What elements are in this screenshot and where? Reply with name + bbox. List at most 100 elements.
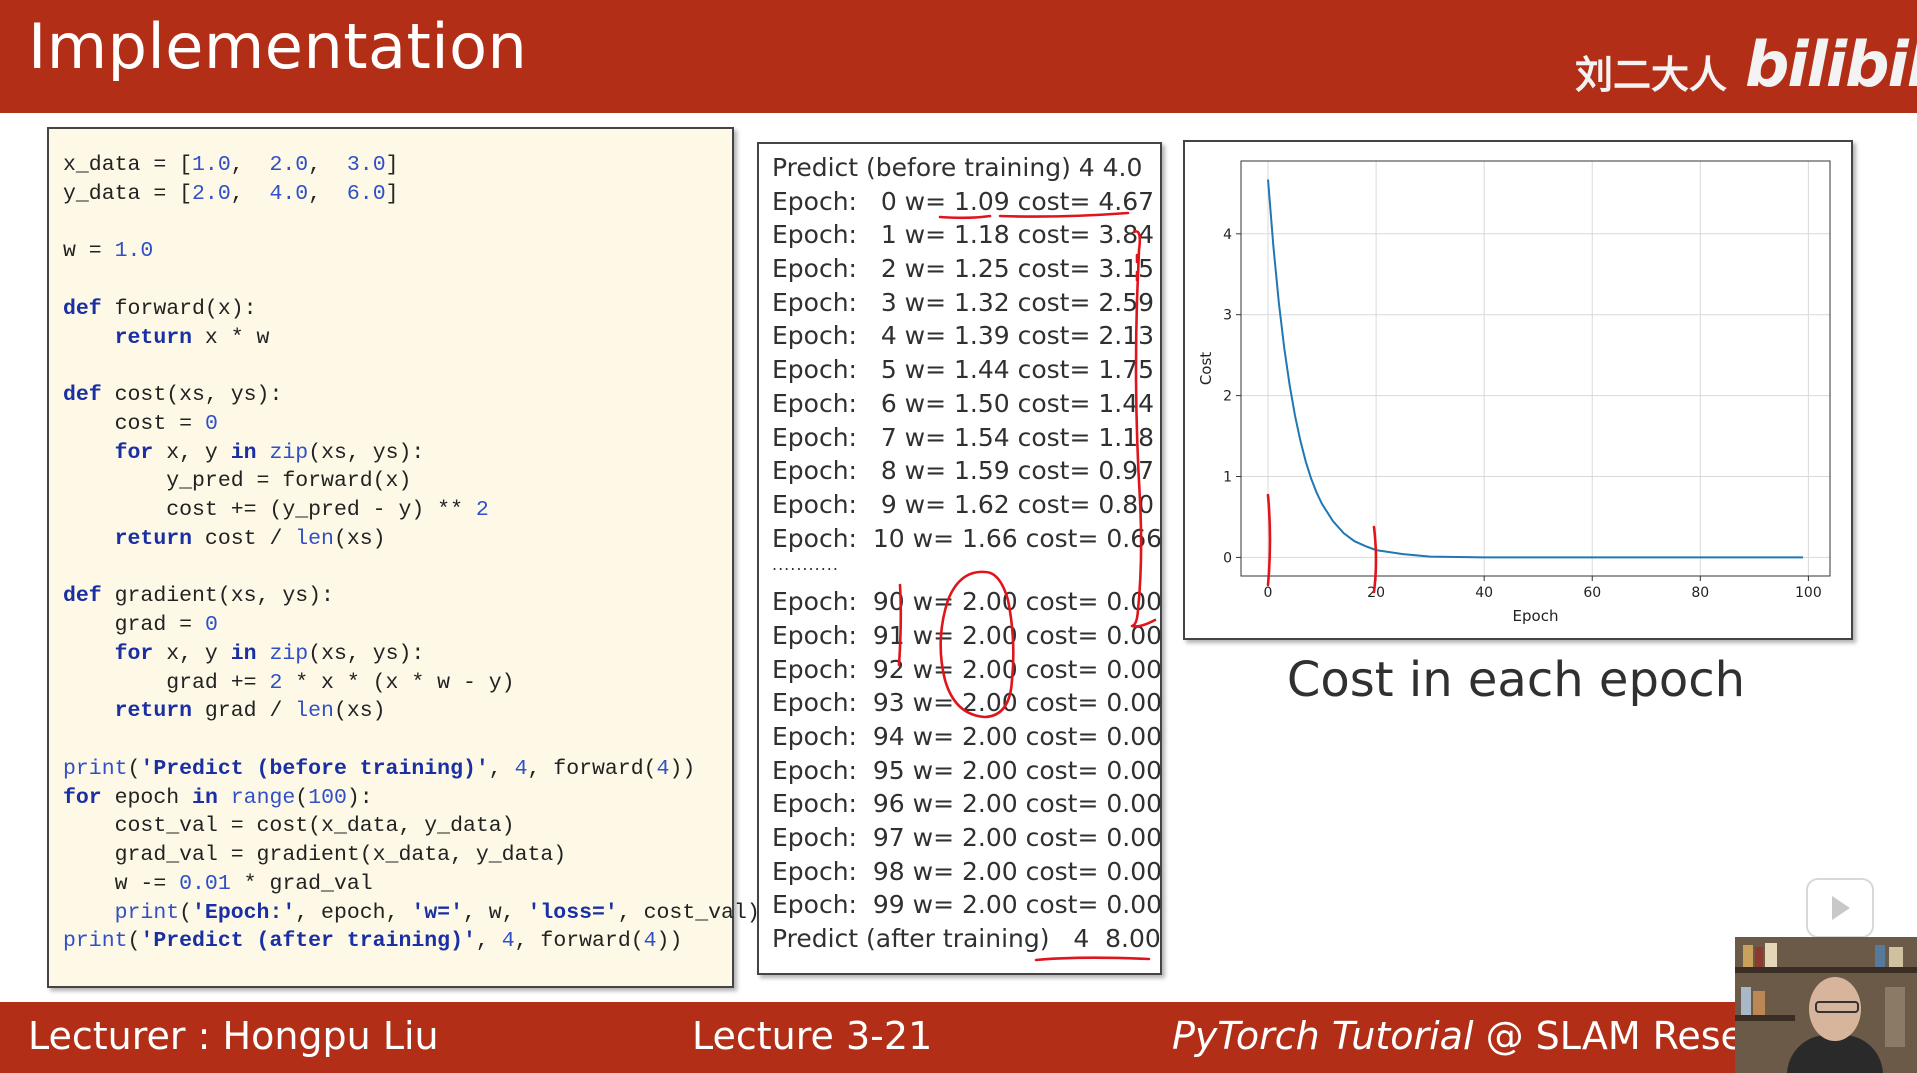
code-token: def bbox=[63, 296, 102, 321]
code-line: cost_val = cost(x_data, y_data) bbox=[63, 812, 760, 841]
code-token: grad_val = gradient(x_data, y_data) bbox=[63, 843, 567, 867]
code-line: return x * w bbox=[63, 324, 760, 353]
code-token: 'w=' bbox=[411, 900, 463, 925]
code-token: return bbox=[114, 325, 193, 350]
output-line: Epoch: 4 w= 1.39 cost= 2.13 bbox=[772, 321, 1155, 351]
code-line: w = 1.0 bbox=[63, 237, 760, 266]
code-line: def gradient(xs, ys): bbox=[63, 582, 760, 611]
code-token: ): bbox=[346, 785, 373, 810]
code-token: )) bbox=[669, 756, 696, 781]
code-token: for bbox=[63, 785, 102, 810]
x-tick-label: 20 bbox=[1367, 585, 1385, 601]
output-line: Epoch: 6 w= 1.50 cost= 1.44 bbox=[772, 388, 1155, 418]
code-token: for bbox=[114, 641, 154, 666]
code-token: grad += bbox=[63, 670, 270, 695]
code-token: 'Epoch:' bbox=[192, 900, 296, 925]
y-tick-label: 2 bbox=[1223, 389, 1232, 405]
code-token: ( bbox=[127, 929, 141, 954]
code-token: ] bbox=[385, 153, 399, 177]
code-token: 2 bbox=[475, 498, 489, 522]
output-line: Epoch: 91 w= 2.00 cost= 0.00 bbox=[772, 620, 1163, 650]
output-line: Epoch: 92 w= 2.00 cost= 0.00 bbox=[772, 654, 1163, 684]
code-token: cost / bbox=[192, 526, 296, 551]
x-tick-label: 40 bbox=[1475, 585, 1493, 601]
code-line: w -= 0.01 * grad_val bbox=[63, 870, 760, 899]
output-ellipsis: ........... bbox=[772, 555, 839, 575]
code-token: return bbox=[114, 699, 193, 724]
header-bar: Implementation 刘二大人 bilibili bbox=[0, 0, 1917, 113]
code-token: cost(xs, ys): bbox=[101, 383, 283, 407]
code-token: gradient(xs, ys): bbox=[101, 584, 334, 609]
epochs-end-list: Epoch: 90 w= 2.00 cost= 0.00 Epoch: 91 w=… bbox=[772, 585, 1162, 922]
code-token: 3.0 bbox=[346, 153, 386, 177]
channel-name: 刘二大人 bbox=[1575, 53, 1728, 97]
code-token: y_pred = forward(x) bbox=[63, 469, 412, 494]
code-token: y_data = [ bbox=[63, 181, 193, 206]
output-line: Epoch: 98 w= 2.00 cost= 0.00 bbox=[772, 856, 1163, 886]
code-token: , forward( bbox=[527, 756, 657, 781]
x-tick-label: 80 bbox=[1691, 585, 1709, 601]
code-token: 0 bbox=[204, 411, 218, 436]
output-line: Epoch: 0 w= 1.09 cost= 4.67 bbox=[772, 186, 1155, 216]
output-line: Epoch: 93 w= 2.00 cost= 0.00 bbox=[772, 688, 1163, 718]
code-token: print bbox=[63, 756, 128, 781]
output-panel: Predict (before training) 4 4.0 Epoch: 0… bbox=[757, 142, 1162, 975]
code-token: zip bbox=[269, 641, 309, 666]
code-token: print bbox=[114, 900, 180, 925]
code-token: len bbox=[295, 526, 334, 551]
output-after-line: Predict (after training) 4 8.00 bbox=[772, 924, 1161, 954]
code-token: 1.0 bbox=[192, 153, 231, 177]
code-token: ( bbox=[295, 785, 309, 810]
output-line: Epoch: 9 w= 1.62 cost= 0.80 bbox=[772, 489, 1155, 519]
output-line: Epoch: 3 w= 1.32 cost= 2.59 bbox=[772, 287, 1155, 317]
y-tick-label: 3 bbox=[1223, 308, 1232, 324]
code-token: , bbox=[230, 181, 270, 206]
code-token: 100 bbox=[308, 785, 347, 810]
code-token: cost += (y_pred - y) ** bbox=[63, 498, 476, 522]
code-token: x * w bbox=[192, 325, 270, 350]
output-line: Epoch: 1 w= 1.18 cost= 3.84 bbox=[772, 220, 1155, 250]
y-tick-label: 1 bbox=[1223, 469, 1232, 485]
lecturer-glasses bbox=[1815, 1001, 1859, 1013]
code-token: (xs) bbox=[333, 699, 386, 724]
code-line: grad = 0 bbox=[63, 611, 760, 640]
code-token: (xs, ys): bbox=[308, 440, 425, 465]
code-token: len bbox=[295, 699, 334, 724]
code-token: )) bbox=[656, 929, 683, 954]
output-line: Epoch: 96 w= 2.00 cost= 0.00 bbox=[772, 789, 1163, 819]
code-line: for x, y in zip(xs, ys): bbox=[63, 439, 760, 468]
code-token: x, y bbox=[153, 641, 231, 666]
output-line: Epoch: 7 w= 1.54 cost= 1.18 bbox=[772, 422, 1155, 452]
output-before-line: Predict (before training) 4 4.0 bbox=[772, 153, 1143, 182]
code-token: 0 bbox=[204, 613, 218, 637]
code-token: (xs) bbox=[333, 526, 386, 551]
play-button[interactable] bbox=[1806, 878, 1874, 938]
code-line: cost += (y_pred - y) ** 2 bbox=[63, 496, 760, 525]
code-token: for bbox=[114, 440, 154, 465]
cost-series-line bbox=[1267, 179, 1803, 559]
code-token: 'Predict (after training)' bbox=[140, 929, 476, 954]
code-panel: x_data = [1.0, 2.0, 3.0] y_data = [2.0, 4… bbox=[47, 127, 760, 988]
footer-lecturer: Lecturer : Hongpu Liu bbox=[28, 1014, 439, 1058]
code-token: 2.0 bbox=[192, 181, 231, 206]
code-line: x_data = [1.0, 2.0, 3.0] bbox=[63, 151, 760, 180]
output-lines: Predict (before training) 4 4.0 Epoch: 0… bbox=[772, 151, 1162, 956]
code-line: def forward(x): bbox=[63, 295, 760, 324]
code-token: (xs, ys): bbox=[308, 641, 425, 666]
code-token: x_data = [ bbox=[63, 153, 193, 177]
code-token: , epoch, bbox=[295, 900, 412, 925]
code-token: , bbox=[230, 153, 270, 177]
slide-title: Implementation bbox=[28, 10, 528, 83]
code-token: , bbox=[475, 929, 502, 954]
play-icon bbox=[1832, 896, 1850, 920]
code-token: ( bbox=[179, 900, 193, 925]
code-line: y_data = [2.0, 4.0, 6.0] bbox=[63, 180, 760, 209]
code-token: 4 bbox=[643, 929, 657, 954]
code-line: print('Predict (after training)', 4, for… bbox=[63, 927, 760, 956]
